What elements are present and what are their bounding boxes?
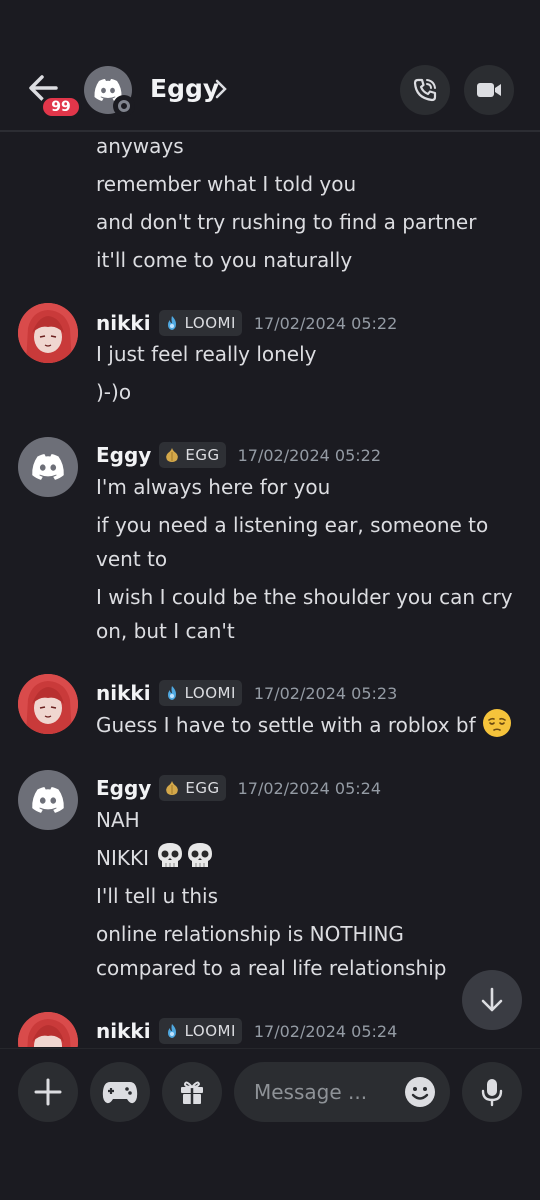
- activities-button[interactable]: [90, 1062, 150, 1122]
- message-line: if you need a listening ear, someone to: [96, 513, 489, 537]
- microphone-icon: [481, 1079, 503, 1107]
- avatar[interactable]: [18, 770, 78, 830]
- video-call-button[interactable]: [464, 65, 514, 115]
- message-composer: [0, 1048, 540, 1200]
- plus-icon: [34, 1078, 62, 1106]
- anime-avatar-icon: [18, 1012, 78, 1047]
- flame-icon: [163, 1022, 181, 1040]
- onion-icon: [163, 446, 181, 464]
- tag-label: EGG: [185, 779, 220, 797]
- message-header: nikki LOOMI 17/02/2024 05:24: [96, 1016, 397, 1046]
- anime-avatar-icon: [18, 674, 78, 734]
- message-header: Eggy EGG 17/02/2024 05:24: [96, 773, 381, 803]
- add-attachment-button[interactable]: [18, 1062, 78, 1122]
- message-list[interactable]: anyways remember what I told you and don…: [0, 132, 540, 1047]
- message-line: and don't try rushing to find a partner: [96, 210, 477, 234]
- message-input-wrapper[interactable]: [234, 1062, 450, 1122]
- voice-message-button[interactable]: [462, 1062, 522, 1122]
- message-line: on, but I can't: [96, 619, 235, 643]
- message-text: NIKKI: [96, 846, 149, 870]
- dm-screen: 99 Eggy anyways remember what I told you…: [0, 0, 540, 1200]
- timestamp: 17/02/2024 05:22: [253, 313, 398, 333]
- skull-icon: [188, 843, 213, 867]
- clan-tag[interactable]: EGG: [159, 775, 226, 801]
- discord-logo-icon: [32, 454, 64, 480]
- message-line: Guess I have to settle with a roblox bf: [96, 708, 512, 742]
- message-line: NAH: [96, 808, 140, 832]
- message-line: )-)o: [96, 380, 132, 404]
- timestamp: 17/02/2024 05:22: [237, 445, 381, 465]
- message-line: anyways: [96, 134, 184, 158]
- onion-icon: [163, 779, 181, 797]
- gift-button[interactable]: [162, 1062, 222, 1122]
- smiley-icon[interactable]: [404, 1076, 436, 1108]
- avatar[interactable]: [18, 1012, 78, 1047]
- avatar[interactable]: [18, 674, 78, 734]
- chevron-right-icon[interactable]: [214, 78, 228, 100]
- tag-label: LOOMI: [184, 314, 236, 332]
- author-name[interactable]: nikki: [96, 681, 151, 705]
- flame-icon: [163, 684, 181, 702]
- avatar[interactable]: [18, 303, 78, 363]
- pensive-face-icon: [483, 709, 512, 737]
- unread-badge: 99: [40, 95, 82, 119]
- author-name[interactable]: Eggy: [96, 776, 151, 800]
- tag-label: EGG: [185, 446, 220, 464]
- video-camera-icon: [477, 83, 501, 97]
- message-line: vent to: [96, 547, 168, 571]
- timestamp: 17/02/2024 05:24: [253, 1021, 398, 1041]
- channel-header: 99 Eggy: [0, 0, 540, 132]
- message-line: I'm always here for you: [96, 475, 331, 499]
- timestamp: 17/02/2024 05:23: [253, 683, 398, 703]
- flame-icon: [163, 314, 181, 332]
- tag-label: LOOMI: [184, 1022, 236, 1040]
- gift-icon: [181, 1081, 203, 1104]
- message-line: online relationship is NOTHING: [96, 922, 404, 946]
- message-line: I wish I could be the shoulder you can c…: [96, 585, 513, 609]
- skull-icon: [158, 843, 183, 867]
- message-header: Eggy EGG 17/02/2024 05:22: [96, 440, 381, 470]
- clan-tag[interactable]: LOOMI: [158, 1018, 242, 1044]
- message-header: nikki LOOMI 17/02/2024 05:23: [96, 678, 397, 708]
- clan-tag[interactable]: EGG: [159, 442, 226, 468]
- message-text: Guess I have to settle with a roblox bf: [96, 713, 476, 737]
- tag-label: LOOMI: [184, 684, 236, 702]
- clan-tag[interactable]: LOOMI: [158, 310, 242, 336]
- message-line: compared to a real life relationship: [96, 956, 447, 980]
- author-name[interactable]: nikki: [96, 1019, 151, 1043]
- message-line: NIKKI: [96, 841, 215, 875]
- status-indicator: [113, 95, 135, 117]
- gamepad-icon: [102, 1082, 138, 1104]
- message-line: I'll tell u this: [96, 884, 219, 908]
- message-line: I just feel really lonely: [96, 342, 317, 366]
- message-line: it'll come to you naturally: [96, 248, 353, 272]
- timestamp: 17/02/2024 05:24: [237, 778, 381, 798]
- message-header: nikki LOOMI 17/02/2024 05:22: [96, 308, 397, 338]
- author-name[interactable]: nikki: [96, 311, 151, 335]
- page-title[interactable]: Eggy: [150, 74, 219, 103]
- author-name[interactable]: Eggy: [96, 443, 151, 467]
- phone-call-icon: [413, 78, 437, 102]
- message-line: remember what I told you: [96, 172, 357, 196]
- message-input[interactable]: [254, 1080, 394, 1104]
- clan-tag[interactable]: LOOMI: [158, 680, 242, 706]
- jump-to-bottom-button[interactable]: [462, 970, 522, 1030]
- voice-call-button[interactable]: [400, 65, 450, 115]
- avatar[interactable]: [18, 437, 78, 497]
- arrow-down-icon: [481, 987, 503, 1012]
- anime-avatar-icon: [18, 303, 78, 363]
- discord-logo-icon: [32, 787, 64, 813]
